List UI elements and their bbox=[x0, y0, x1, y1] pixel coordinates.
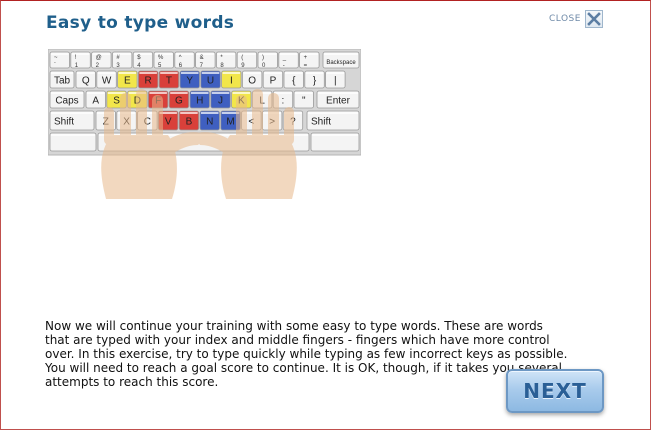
key-glyph: ` bbox=[54, 63, 56, 69]
key-shift-right: Shift bbox=[306, 110, 360, 131]
key-q: Q bbox=[75, 70, 96, 89]
key-ctrl-right bbox=[310, 132, 360, 152]
key-label: S bbox=[113, 96, 120, 107]
key-w: W bbox=[96, 70, 117, 89]
key-backspace: Backspace bbox=[322, 51, 360, 69]
key-label: Backspace bbox=[326, 60, 356, 66]
key-num-12: += bbox=[299, 51, 320, 69]
close-x-icon[interactable] bbox=[584, 10, 603, 28]
dialog-frame: Easy to type words CLOSE ~ `! 1 @2 #3 $4% 5 ^ 6 &… bbox=[0, 0, 651, 430]
key-k5: H bbox=[189, 90, 210, 109]
key-label: Y bbox=[186, 76, 193, 87]
keyboard-illustration: ~ `! 1 @2 #3 $4% 5 ^ 6 & 7 * 8(9) 0 _ - + = Backspace Tab Q W… bbox=[47, 48, 362, 204]
key-label: : bbox=[282, 96, 285, 107]
key-r3-5: N bbox=[199, 110, 220, 131]
key-e: E bbox=[117, 70, 138, 89]
key-label: T bbox=[166, 76, 172, 87]
key-shift-glyph: + bbox=[304, 55, 308, 61]
key-num-5: %5 bbox=[153, 51, 174, 69]
key-caps: Caps bbox=[49, 90, 85, 109]
key-label: N bbox=[206, 117, 213, 128]
key-y: Y bbox=[179, 70, 200, 89]
key-label: P bbox=[270, 76, 277, 87]
close-button[interactable]: CLOSE bbox=[549, 10, 603, 28]
instruction-text: Now we will continue your training with … bbox=[45, 319, 568, 389]
key-shift-left: Shift bbox=[49, 110, 95, 131]
key-u: U bbox=[200, 70, 221, 89]
key-label: E bbox=[124, 76, 131, 87]
next-button-label: NEXT bbox=[523, 379, 587, 403]
key-label: H bbox=[196, 96, 203, 107]
key-label: W bbox=[102, 76, 112, 87]
key-label: R bbox=[145, 76, 152, 87]
key-label: G bbox=[175, 96, 183, 107]
key-t: T bbox=[158, 70, 180, 89]
key-label: Shift bbox=[311, 117, 331, 128]
key-shift-glyph: % bbox=[158, 55, 164, 61]
key-shift-glyph: _ bbox=[282, 55, 287, 61]
key-num-3: #3 bbox=[112, 51, 133, 69]
key-tab: Tab bbox=[49, 70, 75, 89]
key-label: V bbox=[165, 117, 172, 128]
key-shift-glyph: ~ bbox=[54, 55, 58, 61]
next-button[interactable]: NEXT bbox=[506, 369, 604, 413]
key-label: Q bbox=[82, 76, 90, 87]
key-}: } bbox=[304, 70, 325, 89]
key-k0: A bbox=[85, 90, 106, 109]
key-num-7: &7 bbox=[195, 51, 216, 69]
key-num-2: @2 bbox=[91, 51, 112, 69]
key-o: O bbox=[241, 70, 263, 89]
key-shift-glyph: ) bbox=[262, 55, 264, 61]
key-label: I bbox=[230, 76, 233, 87]
key-p: P bbox=[262, 70, 284, 89]
key-num-8: *8 bbox=[215, 51, 237, 69]
key-num-4: $4 bbox=[132, 51, 154, 69]
key-label: Caps bbox=[55, 96, 78, 107]
key-label: A bbox=[92, 96, 99, 107]
key-r3-4: B bbox=[178, 110, 200, 131]
key-shift-glyph: ^ bbox=[179, 55, 182, 61]
key-enter: Enter bbox=[316, 90, 360, 109]
key-label: Shift bbox=[54, 117, 74, 128]
key-{: { bbox=[283, 70, 304, 89]
key-label: M bbox=[226, 117, 234, 128]
key-label: B bbox=[186, 117, 193, 128]
key-num-6: ^6 bbox=[174, 51, 195, 69]
key-label: O bbox=[248, 76, 256, 87]
key-r: R bbox=[138, 70, 159, 89]
key-shift-glyph: & bbox=[200, 55, 204, 61]
key-k4: G bbox=[168, 90, 190, 109]
key-glyph: - bbox=[283, 63, 285, 69]
key-label: Enter bbox=[326, 96, 351, 107]
key-shift-glyph: ( bbox=[241, 55, 243, 61]
key-k10: " bbox=[293, 90, 314, 109]
key-i: I bbox=[221, 70, 242, 89]
key-label: U bbox=[207, 76, 214, 87]
key-glyph: = bbox=[304, 63, 308, 69]
key-num-10: )0 bbox=[257, 51, 278, 69]
key-label: Tab bbox=[54, 76, 71, 87]
key-num-0: ~` bbox=[49, 51, 70, 69]
key-|: | bbox=[325, 70, 346, 89]
dialog-title: Easy to type words bbox=[46, 13, 235, 33]
close-label: CLOSE bbox=[549, 14, 581, 24]
key-num-9: (9 bbox=[236, 51, 258, 69]
key-num-1: !1 bbox=[70, 51, 91, 69]
key-label: | bbox=[334, 76, 337, 87]
key-shift-glyph: @ bbox=[96, 55, 102, 61]
key-num-11: _- bbox=[278, 51, 299, 69]
key-label: " bbox=[302, 96, 306, 107]
key-ctrl-left bbox=[49, 132, 97, 152]
key-label: J bbox=[218, 96, 223, 107]
key-k6: J bbox=[210, 90, 231, 109]
